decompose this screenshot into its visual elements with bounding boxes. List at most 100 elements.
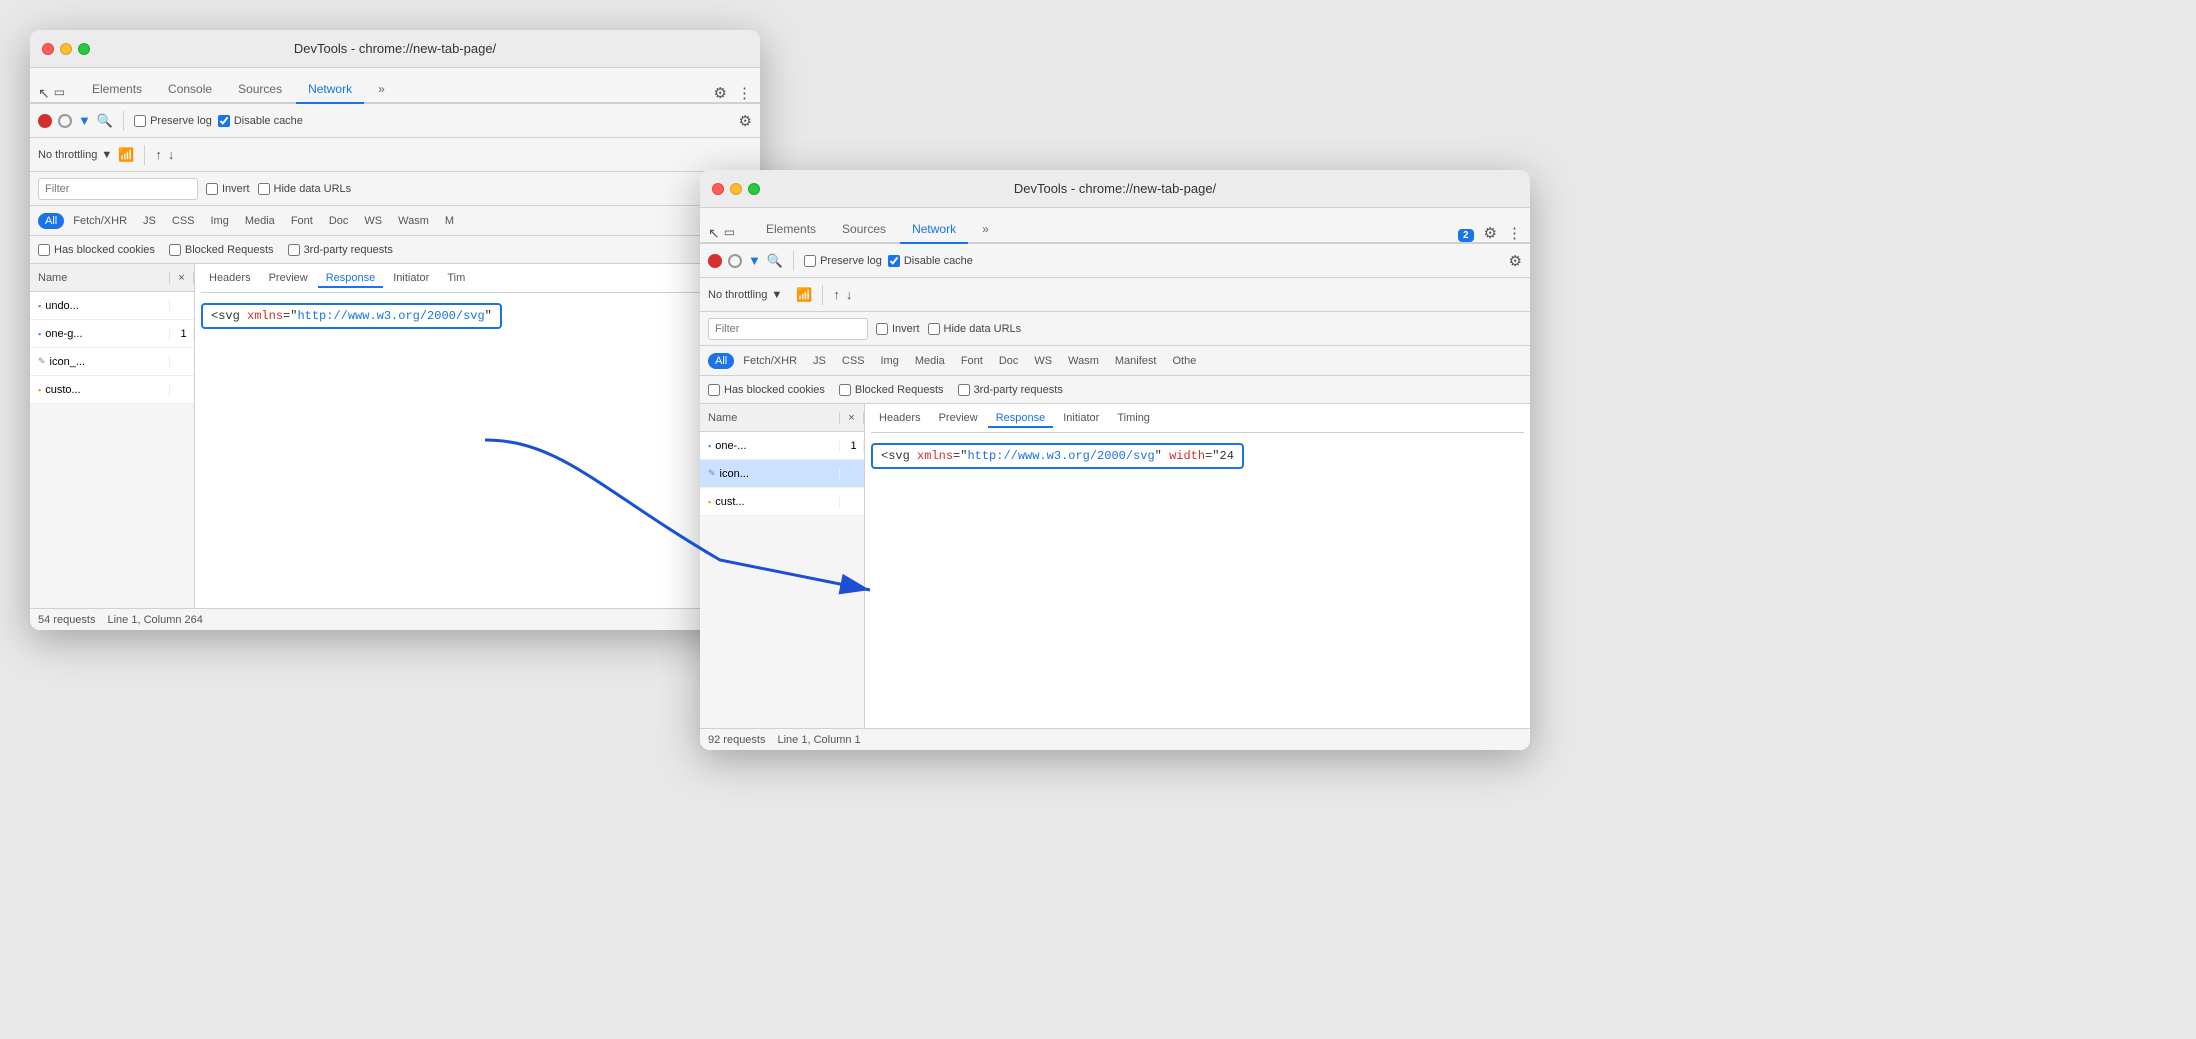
type-btn-doc-1[interactable]: Doc [322, 213, 356, 229]
type-btn-ws-2[interactable]: WS [1027, 353, 1059, 369]
record-button-2[interactable] [708, 254, 722, 268]
table-row-1a[interactable]: ▪ undo... [30, 292, 194, 320]
tab-network-2[interactable]: Network [900, 216, 968, 244]
close-button-2[interactable] [712, 183, 724, 195]
filter-input-2[interactable] [708, 318, 868, 340]
wifi-icon-1[interactable]: 📶 [118, 147, 134, 163]
blocked-requests-check-2[interactable]: Blocked Requests [839, 384, 944, 396]
type-btn-all-1[interactable]: All [38, 213, 64, 229]
search-icon-1[interactable]: 🔍 [97, 113, 113, 129]
tab-sources-1[interactable]: Sources [226, 76, 294, 104]
traffic-lights-2[interactable] [712, 183, 760, 195]
throttle-select-1[interactable]: No throttling ▼ [38, 149, 112, 161]
blocked-cookies-check-2[interactable]: Has blocked cookies [708, 384, 825, 396]
type-btn-js-2[interactable]: JS [806, 353, 833, 369]
type-btn-doc-2[interactable]: Doc [992, 353, 1026, 369]
filter-icon-2[interactable]: ▼ [748, 253, 761, 268]
maximize-button-2[interactable] [748, 183, 760, 195]
export-icon-2[interactable]: ↓ [846, 287, 853, 302]
minimize-button-2[interactable] [730, 183, 742, 195]
table-row-2b[interactable]: ✎ icon... [700, 460, 864, 488]
type-btn-manifest-2[interactable]: Manifest [1108, 353, 1164, 369]
more-menu-icon-1[interactable]: ⋮ [737, 84, 752, 102]
tab-more-2[interactable]: » [970, 216, 1001, 244]
invert-input-1[interactable] [206, 183, 218, 195]
disable-cache-input-2[interactable] [888, 255, 900, 267]
hide-data-input-2[interactable] [928, 323, 940, 335]
detail-tab-response-1[interactable]: Response [318, 270, 384, 288]
search-icon-2[interactable]: 🔍 [767, 253, 783, 269]
tab-elements-1[interactable]: Elements [80, 76, 154, 104]
hide-data-check-1[interactable]: Hide data URLs [258, 183, 352, 195]
type-btn-wasm-2[interactable]: Wasm [1061, 353, 1106, 369]
type-btn-all-2[interactable]: All [708, 353, 734, 369]
type-btn-media-1[interactable]: Media [238, 213, 282, 229]
tab-console-1[interactable]: Console [156, 76, 224, 104]
preserve-log-check-2[interactable]: Preserve log [804, 255, 882, 267]
settings-icon-1[interactable]: ⚙ [714, 84, 727, 102]
filter-input-1[interactable] [38, 178, 198, 200]
type-btn-font-2[interactable]: Font [954, 353, 990, 369]
table-row-1c[interactable]: ✎ icon_... [30, 348, 194, 376]
blocked-requests-check-1[interactable]: Blocked Requests [169, 244, 274, 256]
settings-icon-2[interactable]: ⚙ [1484, 224, 1497, 242]
third-party-check-2[interactable]: 3rd-party requests [958, 384, 1063, 396]
tab-network-1[interactable]: Network [296, 76, 364, 104]
minimize-button-1[interactable] [60, 43, 72, 55]
import-icon-1[interactable]: ↑ [155, 147, 162, 162]
type-btn-m-1[interactable]: M [438, 213, 461, 229]
type-btn-css-1[interactable]: CSS [165, 213, 202, 229]
invert-check-1[interactable]: Invert [206, 183, 250, 195]
detail-tab-timing-1[interactable]: Tim [439, 270, 473, 288]
more-menu-icon-2[interactable]: ⋮ [1507, 224, 1522, 242]
cursor-icon[interactable]: ↖ [38, 85, 50, 102]
type-btn-ws-1[interactable]: WS [357, 213, 389, 229]
settings-icon-toolbar-1[interactable]: ⚙ [739, 112, 752, 130]
close-button-1[interactable] [42, 43, 54, 55]
detail-tab-initiator-2[interactable]: Initiator [1055, 410, 1107, 428]
detail-tab-preview-1[interactable]: Preview [261, 270, 316, 288]
table-row-1d[interactable]: ▪ custo... [30, 376, 194, 404]
cursor-icon-2[interactable]: ↖ [708, 225, 720, 242]
type-btn-wasm-1[interactable]: Wasm [391, 213, 436, 229]
disable-cache-input-1[interactable] [218, 115, 230, 127]
wifi-icon-2[interactable]: 📶 [796, 287, 812, 303]
settings-icon-toolbar-2[interactable]: ⚙ [1509, 252, 1522, 270]
tab-more-1[interactable]: » [366, 76, 397, 104]
stop-button-2[interactable] [728, 254, 742, 268]
invert-check-2[interactable]: Invert [876, 323, 920, 335]
detail-tab-response-2[interactable]: Response [988, 410, 1054, 428]
tab-elements-2[interactable]: Elements [754, 216, 828, 244]
hide-data-check-2[interactable]: Hide data URLs [928, 323, 1022, 335]
disable-cache-check-1[interactable]: Disable cache [218, 115, 303, 127]
blocked-requests-input-2[interactable] [839, 384, 851, 396]
table-row-1b[interactable]: ▪ one-g... 1 [30, 320, 194, 348]
type-btn-other-2[interactable]: Othe [1165, 353, 1203, 369]
third-party-input-2[interactable] [958, 384, 970, 396]
table-row-2c[interactable]: ▪ cust... [700, 488, 864, 516]
detail-tab-headers-1[interactable]: Headers [201, 270, 259, 288]
stop-button-1[interactable] [58, 114, 72, 128]
type-btn-font-1[interactable]: Font [284, 213, 320, 229]
preserve-log-input-1[interactable] [134, 115, 146, 127]
filter-icon-1[interactable]: ▼ [78, 113, 91, 128]
mobile-icon[interactable]: ▭ [54, 85, 65, 102]
preserve-log-check-1[interactable]: Preserve log [134, 115, 212, 127]
traffic-lights-1[interactable] [42, 43, 90, 55]
disable-cache-check-2[interactable]: Disable cache [888, 255, 973, 267]
tab-sources-2[interactable]: Sources [830, 216, 898, 244]
throttle-select-2[interactable]: No throttling ▼ [708, 289, 782, 301]
detail-tab-headers-2[interactable]: Headers [871, 410, 929, 428]
type-btn-media-2[interactable]: Media [908, 353, 952, 369]
import-icon-2[interactable]: ↑ [833, 287, 840, 302]
table-row-2a[interactable]: ▪ one-... 1 [700, 432, 864, 460]
detail-tab-timing-2[interactable]: Timing [1109, 410, 1158, 428]
maximize-button-1[interactable] [78, 43, 90, 55]
detail-tab-preview-2[interactable]: Preview [931, 410, 986, 428]
blocked-cookies-check-1[interactable]: Has blocked cookies [38, 244, 155, 256]
export-icon-1[interactable]: ↓ [168, 147, 175, 162]
type-btn-xhr-1[interactable]: Fetch/XHR [66, 213, 134, 229]
type-btn-img-1[interactable]: Img [204, 213, 236, 229]
type-btn-xhr-2[interactable]: Fetch/XHR [736, 353, 804, 369]
detail-tab-initiator-1[interactable]: Initiator [385, 270, 437, 288]
